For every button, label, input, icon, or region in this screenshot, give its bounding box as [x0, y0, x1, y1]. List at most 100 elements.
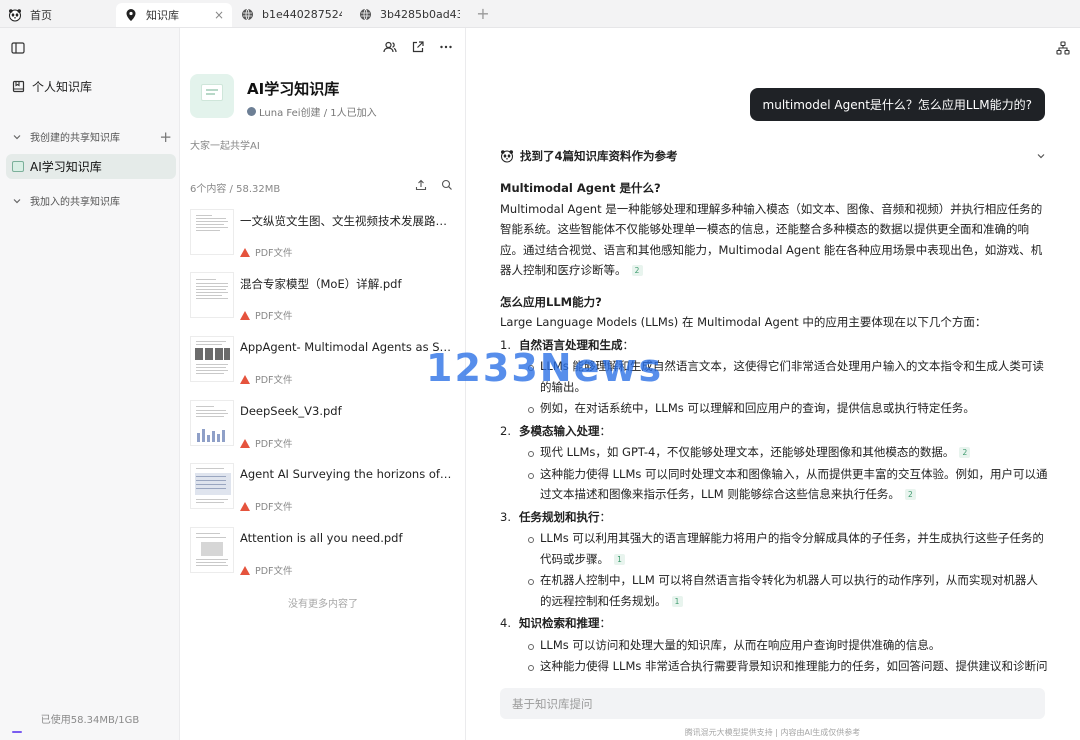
file-type: PDF文件 — [240, 308, 293, 322]
tab-knowledge-base[interactable]: 知识库 × — [116, 2, 232, 27]
avatar — [247, 107, 256, 116]
tab-page[interactable]: 3b4285b0ad43d3 — [350, 3, 468, 27]
answer-bullet-text: 这种能力使得 LLMs 非常适合执行需要背景知识和推理能力的任务，如回答问题、提… — [540, 659, 1048, 673]
citation-badge[interactable]: 1 — [614, 553, 625, 565]
file-thumbnail — [190, 400, 234, 446]
tab-title: 首页 — [30, 8, 52, 22]
file-thumbnail — [190, 463, 234, 509]
answer-bullet: LLMs 能够理解和生成自然语言文本，这使得它们非常适合处理用户输入的文本指令和… — [500, 356, 1048, 397]
file-item[interactable]: DeepSeek_V3.pdf PDF文件 — [190, 400, 456, 454]
list-number: 4. — [500, 616, 511, 630]
chat-panel: multimodel Agent是什么？怎么应用LLM能力的? 找到了4篇知识库… — [466, 28, 1080, 740]
list-number: 2. — [500, 423, 511, 438]
file-item[interactable]: Agent AI Surveying the horizons of multi… — [190, 463, 456, 517]
answer-bullet-text: 现代 LLMs，如 GPT-4，不仅能够处理文本，还能够处理图像和其他模态的数据… — [540, 445, 955, 459]
pdf-icon — [240, 247, 250, 257]
answer-bullet: 例如，在对话系统中，LLMs 可以理解和回应用户的查询，提供信息或执行特定任务。 — [500, 398, 1048, 419]
answer-bullet-text: 例如，在对话系统中，LLMs 可以理解和回应用户的查询，提供信息或执行特定任务。 — [540, 401, 975, 415]
answer-paragraph: Large Language Models (LLMs) 在 Multimoda… — [500, 315, 987, 329]
personal-knowledge-base-link[interactable]: 个人知识库 — [12, 78, 92, 95]
file-type-label: PDF文件 — [255, 375, 293, 386]
location-pin-icon — [124, 8, 138, 22]
upload-icon[interactable] — [415, 179, 427, 191]
file-type: PDF文件 — [240, 563, 293, 577]
file-item[interactable]: 一文纵览文生图、文生视频技术发展路径与应用场景.pdf PDF文件 — [190, 209, 456, 263]
citation-badge[interactable]: 2 — [631, 265, 643, 276]
list-item-title-text: 知识检索和推理 — [519, 616, 600, 630]
chevron-down-icon[interactable] — [1036, 151, 1046, 161]
share-icon[interactable] — [411, 40, 425, 54]
list-item-title-text: 自然语言处理和生成 — [519, 337, 623, 352]
file-name: 一文纵览文生图、文生视频技术发展路径与应用场景.pdf — [240, 214, 454, 228]
group-created-label: 我创建的共享知识库 — [30, 133, 120, 144]
sidebar-item-label: AI学习知识库 — [30, 160, 102, 174]
file-item[interactable]: Attention is all you need.pdf PDF文件 — [190, 527, 456, 581]
sidebar-toggle-icon[interactable] — [11, 41, 25, 55]
references-header[interactable]: 找到了4篇知识库资料作为参考 — [500, 148, 1046, 164]
pdf-icon — [240, 374, 250, 384]
answer-bullet: LLMs 可以利用其强大的语言理解能力将用户的指令分解成具体的子任务，并生成执行… — [500, 528, 1048, 569]
references-header-text: 找到了4篇知识库资料作为参考 — [520, 149, 678, 163]
kb-meta: Luna Fei创建 / 1人已加入 — [247, 104, 377, 119]
citation-badge[interactable]: 2 — [959, 447, 971, 458]
pdf-icon — [240, 438, 250, 448]
book-icon — [12, 80, 25, 93]
kb-meta-text: Luna Fei创建 / 1人已加入 — [259, 108, 377, 119]
kb-content-count: 6个内容 / 58.32MB — [190, 184, 281, 195]
file-thumbnail — [190, 272, 234, 318]
network-icon[interactable] — [1056, 41, 1070, 55]
disclaimer-text: 腾讯混元大模型提供支持 | 内容由AI生成仅供参考 — [684, 728, 861, 737]
add-knowledge-base-button[interactable]: + — [159, 129, 172, 144]
file-type-label: PDF文件 — [255, 439, 293, 450]
group-created-shared[interactable]: 我创建的共享知识库 + — [12, 129, 172, 144]
file-item[interactable]: AppAgent- Multimodal Agents as Smartphon… — [190, 336, 456, 390]
answer-bullet: 这种能力使得 LLMs 非常适合执行需要背景知识和推理能力的任务，如回答问题、提… — [500, 656, 1048, 677]
list-item-title: 自然语言处理和生成： — [519, 335, 634, 356]
answer-list-item: 4. 知识检索和推理： — [500, 613, 1048, 634]
globe-icon — [358, 8, 372, 22]
more-icon[interactable] — [439, 40, 453, 54]
kb-toolbar — [383, 40, 453, 54]
list-item-title-suffix: ： — [599, 423, 612, 438]
answer-bullet-text: LLMs 可以访问和处理大量的知识库，从而在响应用户查询时提供准确的信息。 — [540, 637, 941, 652]
file-type: PDF文件 — [240, 499, 293, 513]
citation-badge[interactable]: 2 — [904, 489, 916, 500]
answer-paragraph-text: Multimodal Agent 是一种能够处理和理解多种输入模态（如文本、图像… — [500, 201, 1043, 278]
answer-bullet: 在机器人控制中，LLM 可以将自然语言指令转化为机器人可以执行的动作序列，从而实… — [500, 570, 1048, 611]
globe-icon — [240, 8, 254, 22]
close-icon[interactable]: × — [214, 8, 224, 22]
file-type-label: PDF文件 — [255, 566, 293, 577]
sidebar-item-ai-kb[interactable]: AI学习知识库 — [6, 154, 176, 179]
file-item[interactable]: 混合专家模型（MoE）详解.pdf PDF文件 — [190, 272, 456, 326]
answer-section-title: 怎么应用LLM能力? — [500, 294, 602, 309]
list-number: 3. — [500, 509, 511, 524]
file-thumbnail — [190, 336, 234, 382]
personal-knowledge-base-label: 个人知识库 — [32, 80, 93, 94]
tab-home[interactable]: 首页 — [0, 3, 116, 27]
list-item-title: 知识检索和推理： — [519, 613, 611, 634]
user-question-bubble: multimodel Agent是什么？怎么应用LLM能力的? — [749, 88, 1045, 121]
ask-input[interactable] — [500, 688, 1045, 719]
tab-page[interactable]: b1e4402875240c — [232, 3, 350, 27]
search-icon[interactable] — [441, 179, 453, 191]
answer-bullet-text: 这种能力使得 LLMs 可以同时处理文本和图像输入，从而提供更丰富的交互体验。例… — [540, 466, 1048, 502]
list-end-text: 没有更多内容了 — [288, 599, 358, 610]
answer-body: Multimodal Agent 是什么? Multimodal Agent 是… — [500, 178, 1048, 677]
group-joined-shared[interactable]: 我加入的共享知识库 — [12, 193, 172, 208]
kb-description: 大家一起共学AI — [190, 141, 260, 152]
file-name: Agent AI Surveying the horizons of multi… — [240, 467, 454, 481]
new-tab-button[interactable]: + — [472, 4, 494, 23]
tab-title: 知识库 — [146, 8, 179, 22]
list-number: 1. — [500, 337, 511, 352]
file-thumbnail — [190, 527, 234, 573]
file-type: PDF文件 — [240, 245, 293, 259]
answer-list-item: 1. 自然语言处理和生成： — [500, 335, 1048, 356]
citation-badge[interactable]: 1 — [671, 595, 683, 607]
file-type-label: PDF文件 — [255, 311, 293, 322]
group-joined-label: 我加入的共享知识库 — [30, 197, 120, 208]
list-item-title-suffix: ： — [599, 509, 612, 524]
members-icon[interactable] — [383, 40, 397, 54]
storage-usage-bar — [12, 731, 22, 733]
answer-section-title: Multimodal Agent 是什么? — [500, 181, 661, 195]
pdf-icon — [240, 565, 250, 575]
